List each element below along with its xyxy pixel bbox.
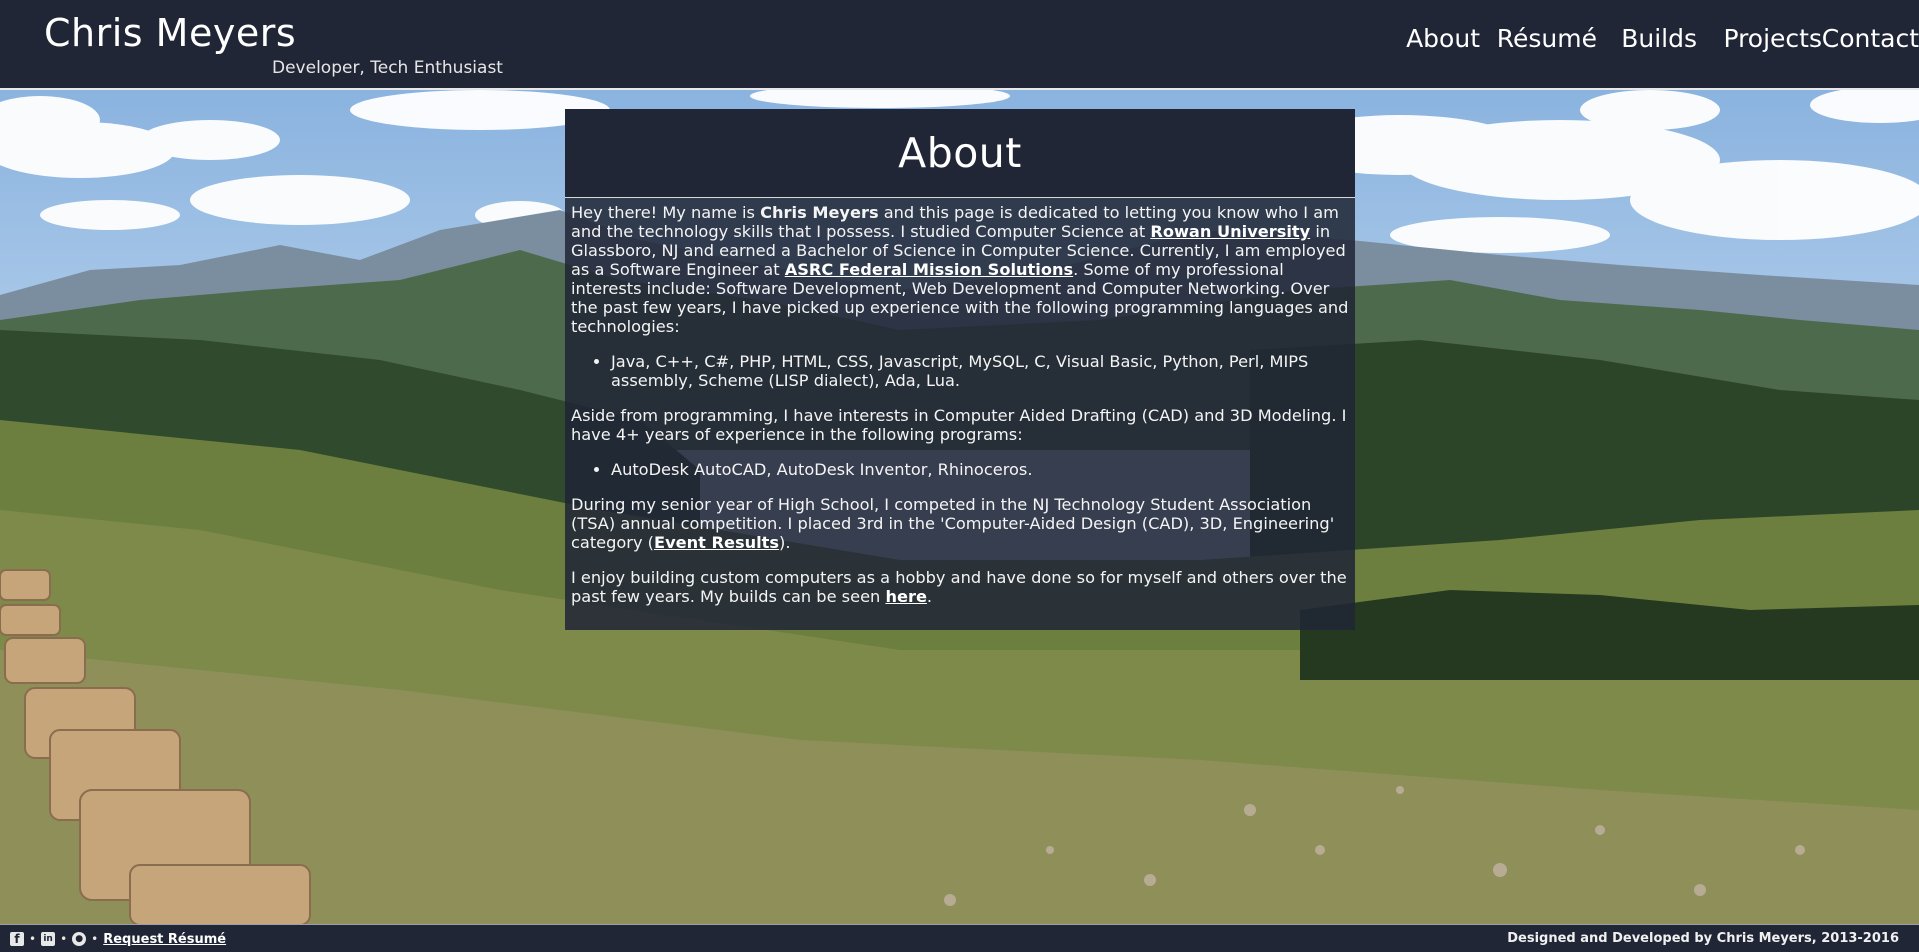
site-header: Chris Meyers Developer, Tech Enthusiast … bbox=[0, 0, 1919, 90]
builds-text-1: I enjoy building custom computers as a h… bbox=[571, 568, 1347, 606]
tsa-paragraph: During my senior year of High School, I … bbox=[571, 495, 1349, 552]
site-subtitle: Developer, Tech Enthusiast bbox=[272, 58, 503, 78]
intro-paragraph: Hey there! My name is Chris Meyers and t… bbox=[571, 203, 1349, 336]
request-resume-link[interactable]: Request Résumé bbox=[103, 932, 226, 947]
builds-text-2: . bbox=[926, 587, 933, 606]
footer-social: f • in • ● • Request Résumé bbox=[10, 930, 226, 948]
about-heading: About bbox=[898, 129, 1022, 177]
separator: • bbox=[60, 932, 68, 946]
event-results-link[interactable]: Event Results bbox=[654, 533, 779, 552]
intro-text-1: Hey there! My name is bbox=[571, 203, 761, 222]
languages-list: Java, C++, C#, PHP, HTML, CSS, Javascrip… bbox=[571, 352, 1349, 390]
rowan-university-link[interactable]: Rowan University bbox=[1150, 222, 1310, 241]
tsa-text-2: ). bbox=[779, 533, 791, 552]
builds-paragraph: I enjoy building custom computers as a h… bbox=[571, 568, 1349, 606]
list-item: Java, C++, C#, PHP, HTML, CSS, Javascrip… bbox=[611, 352, 1349, 390]
asrc-link[interactable]: ASRC Federal Mission Solutions bbox=[785, 260, 1073, 279]
about-panel-header: About bbox=[565, 109, 1355, 198]
about-panel: About Hey there! My name is Chris Meyers… bbox=[565, 109, 1355, 630]
cad-paragraph: Aside from programming, I have interests… bbox=[571, 406, 1347, 444]
footer-credit: Designed and Developed by Chris Meyers, … bbox=[1507, 931, 1899, 946]
nav-projects[interactable]: Projects bbox=[1723, 22, 1822, 56]
nav-builds[interactable]: Builds bbox=[1621, 22, 1697, 56]
nav-about[interactable]: About bbox=[1406, 22, 1480, 56]
programs-list: AutoDesk AutoCAD, AutoDesk Inventor, Rhi… bbox=[571, 460, 1349, 479]
linkedin-icon[interactable]: in bbox=[41, 932, 56, 946]
intro-name: Chris Meyers bbox=[760, 203, 879, 222]
site-footer: f • in • ● • Request Résumé Designed and… bbox=[0, 924, 1919, 952]
list-item: AutoDesk AutoCAD, AutoDesk Inventor, Rhi… bbox=[611, 460, 1349, 479]
facebook-icon[interactable]: f bbox=[10, 932, 24, 946]
builds-here-link[interactable]: here bbox=[885, 587, 926, 606]
nav-resume[interactable]: Résumé bbox=[1497, 22, 1597, 56]
nav-contact[interactable]: Contact bbox=[1822, 22, 1919, 56]
separator: • bbox=[91, 932, 99, 946]
github-icon[interactable]: ● bbox=[72, 932, 87, 946]
about-panel-body: Hey there! My name is Chris Meyers and t… bbox=[565, 198, 1355, 606]
separator: • bbox=[29, 932, 37, 946]
site-title[interactable]: Chris Meyers bbox=[44, 8, 296, 58]
